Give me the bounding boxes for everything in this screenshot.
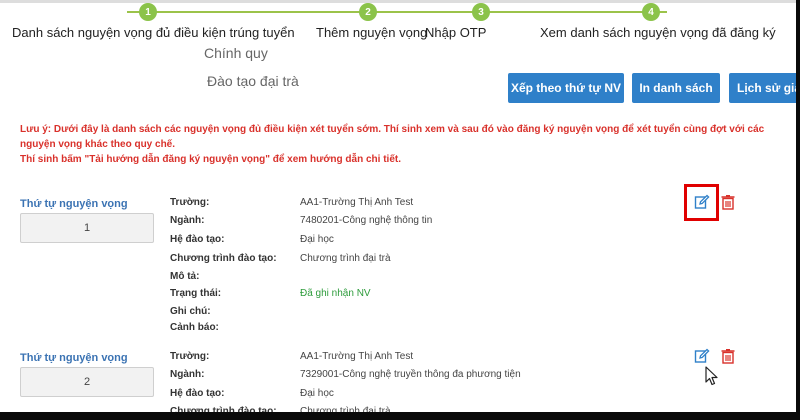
sort-by-order-button[interactable]: Xếp theo thứ tự NV	[508, 73, 624, 103]
notice-line-2: nguyện vọng khác theo quy chế.	[20, 139, 176, 150]
step-2-number: 2	[365, 6, 371, 18]
wish-2-major-label: Ngành:	[170, 369, 205, 380]
wish-1-status-value: Đã ghi nhận NV	[300, 288, 371, 299]
wish-2-system-label: Hệ đào tạo:	[170, 388, 225, 399]
wish-1-major-value: 7480201-Công nghệ thông tin	[300, 215, 433, 226]
print-list-button[interactable]: In danh sách	[632, 73, 720, 103]
wish-2-order-value: 2	[83, 376, 91, 388]
edit-highlight-box	[684, 184, 719, 221]
wish-1-status-label: Trạng thái:	[170, 288, 222, 299]
wish-1-order-field[interactable]: 1	[20, 213, 154, 243]
wish-1-order-label: Thứ tự nguyện vọng	[20, 198, 128, 210]
step-1-label[interactable]: Danh sách nguyện vọng đủ điều kiện trúng…	[12, 25, 295, 40]
wish-1-program-value: Chương trình đại trà	[300, 253, 391, 264]
wish-1-note-label: Ghi chú:	[170, 306, 211, 317]
program-type-label: Chính quy	[204, 45, 268, 61]
window-right-edge	[796, 0, 800, 420]
wish-2-system-value: Đại học	[300, 388, 334, 399]
wish-2-school-value: AA1-Trường Thị Anh Test	[300, 351, 414, 362]
step-1-indicator[interactable]: 1	[139, 3, 157, 21]
wish-1-program-label: Chương trình đào tạo:	[170, 253, 277, 264]
notice-line-1: Lưu ý: Dưới đây là danh sách các nguyện …	[20, 124, 765, 135]
step-4-label[interactable]: Xem danh sách nguyện vọng đã đăng ký	[540, 25, 776, 40]
step-3-indicator[interactable]: 3	[472, 3, 490, 21]
wish-1-system-label: Hệ đào tạo:	[170, 234, 225, 245]
wish-1-trash-icon[interactable]	[720, 194, 736, 210]
step-4-indicator[interactable]: 4	[642, 3, 660, 21]
wish-1-system-value: Đại học	[300, 234, 334, 245]
step-3-number: 3	[478, 6, 484, 18]
wish-2-trash-icon[interactable]	[720, 348, 736, 364]
stepper-track	[127, 11, 667, 13]
window-bottom-edge	[0, 412, 800, 420]
wish-1-description-label: Mô tả:	[170, 271, 200, 282]
step-2-indicator[interactable]: 2	[359, 3, 377, 21]
window-top-edge	[0, 0, 800, 3]
wish-1-major-label: Ngành:	[170, 215, 205, 226]
wish-2-major-value: 7329001-Công nghệ truyền thông đa phương…	[300, 369, 521, 380]
step-1-number: 1	[145, 6, 151, 18]
wish-1-order-value: 1	[83, 222, 91, 234]
wish-2-order-label: Thứ tự nguyện vọng	[20, 352, 128, 364]
wish-2-edit-icon[interactable]	[694, 348, 710, 364]
training-type-label: Đào tạo đại trà	[207, 73, 299, 89]
history-button[interactable]: Lịch sử giao	[729, 73, 799, 103]
wish-1-school-label: Trường:	[170, 197, 210, 208]
step-3-label[interactable]: Nhập OTP	[425, 25, 486, 40]
wish-2-school-label: Trường:	[170, 351, 210, 362]
wish-1-school-value: AA1-Trường Thị Anh Test	[300, 197, 414, 208]
mouse-cursor-icon	[705, 366, 718, 386]
step-2-label[interactable]: Thêm nguyện vọng	[316, 25, 427, 40]
wish-1-warning-label: Cảnh báo:	[170, 322, 219, 333]
step-4-number: 4	[648, 6, 654, 18]
notice-line-3: Thí sinh bấm "Tải hướng dẫn đăng ký nguy…	[20, 154, 401, 165]
wish-2-order-field[interactable]: 2	[20, 367, 154, 397]
